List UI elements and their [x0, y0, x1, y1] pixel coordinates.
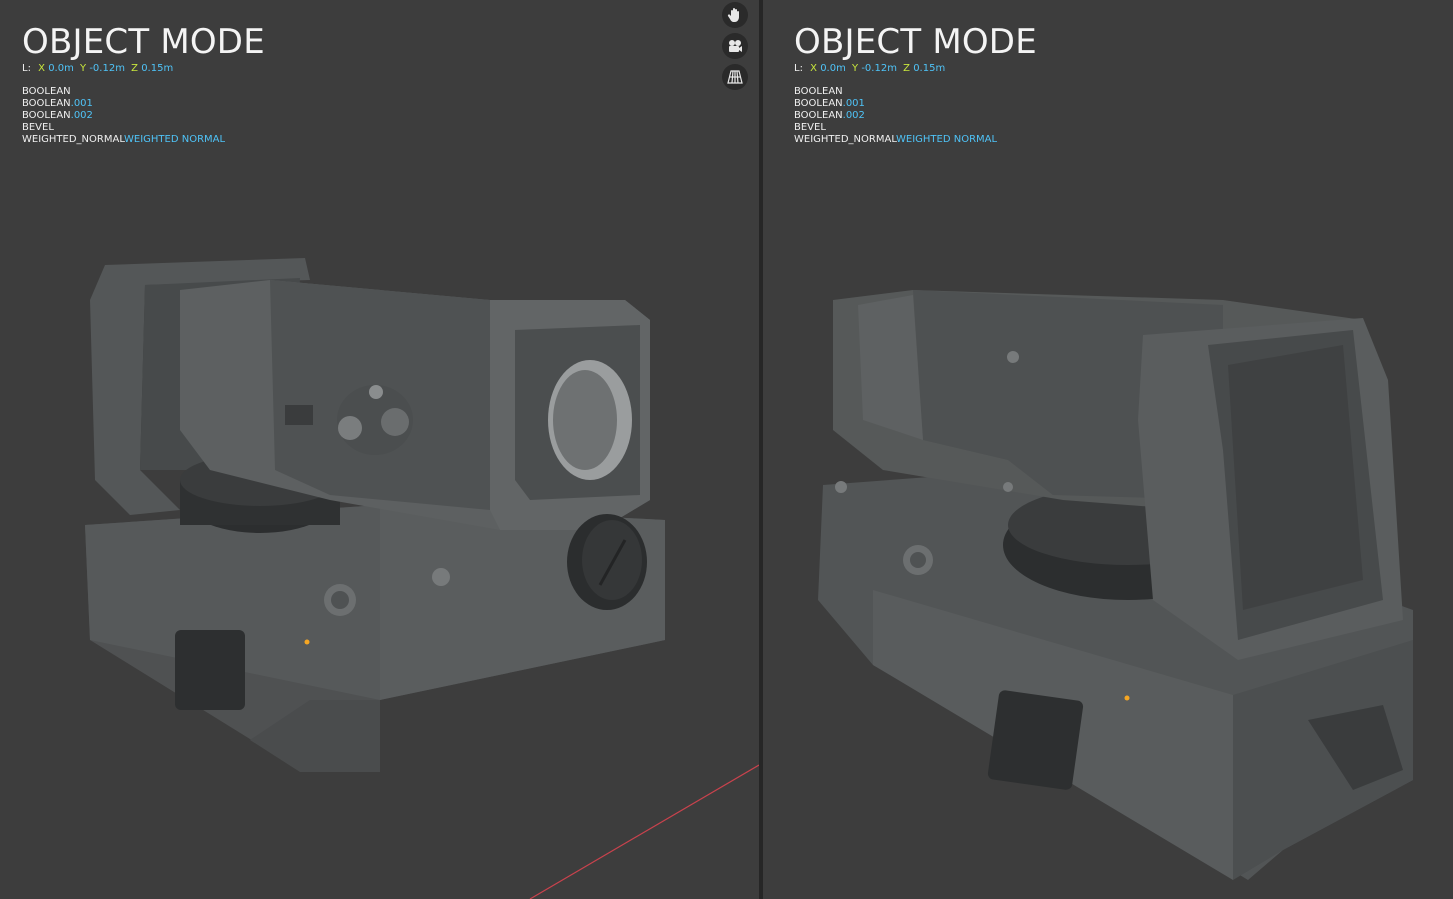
- mode-title: OBJECT MODE: [22, 22, 265, 62]
- z-axis-label: Z: [903, 63, 910, 74]
- model-side-pad: [987, 690, 1084, 790]
- modifier-name: WEIGHTED_NORMAL: [794, 134, 896, 145]
- modifier-name: BOOLEAN: [22, 98, 71, 109]
- modifier-item: BOOLEAN.001: [22, 98, 265, 110]
- modifier-suffix: .002: [70, 110, 93, 121]
- viewport-right[interactable]: OBJECT MODE L: X 0.0m Y -0.12m Z 0.15m B…: [763, 0, 1453, 899]
- modifier-name: BOOLEAN: [794, 98, 843, 109]
- modifier-suffix: .002: [842, 110, 865, 121]
- x-value: 0.0m: [820, 63, 846, 74]
- modifier-suffix: .001: [842, 98, 865, 109]
- y-value: -0.12m: [89, 63, 125, 74]
- modifier-name: BEVEL: [794, 122, 826, 133]
- modifier-name: BOOLEAN: [22, 86, 71, 97]
- modifier-item: BEVEL: [794, 122, 1037, 134]
- y-axis-label: Y: [852, 63, 859, 74]
- location-readout: L: X 0.0m Y -0.12m Z 0.15m: [794, 62, 1037, 76]
- modifier-item: BOOLEAN.002: [794, 110, 1037, 122]
- modifier-name: BOOLEAN: [794, 110, 843, 121]
- viewport-left[interactable]: OBJECT MODE L: X 0.0m Y -0.12m Z 0.15m B…: [0, 0, 759, 899]
- location-label: L:: [22, 63, 31, 74]
- modifier-suffix: WEIGHTED NORMAL: [895, 134, 998, 145]
- x-axis-label: X: [38, 63, 45, 74]
- modifier-item: WEIGHTED_NORMALWEIGHTED NORMAL: [794, 134, 1037, 146]
- z-axis-label: Z: [131, 63, 138, 74]
- y-value: -0.12m: [861, 63, 897, 74]
- x-axis-label: X: [810, 63, 817, 74]
- modifier-list: BOOLEAN BOOLEAN.001 BOOLEAN.002 BEVEL WE…: [794, 86, 1037, 146]
- x-value: 0.0m: [48, 63, 74, 74]
- modifier-name: WEIGHTED_NORMAL: [22, 134, 124, 145]
- location-readout: L: X 0.0m Y -0.12m Z 0.15m: [22, 62, 265, 76]
- modifier-item: BOOLEAN.001: [794, 98, 1037, 110]
- origin-dot: [304, 639, 310, 645]
- z-value: 0.15m: [913, 63, 946, 74]
- modifier-item: WEIGHTED_NORMALWEIGHTED NORMAL: [22, 134, 265, 146]
- modifier-name: BEVEL: [22, 122, 54, 133]
- x-axis-line: [529, 764, 759, 899]
- modifier-item: BOOLEAN.002: [22, 110, 265, 122]
- modifier-item: BOOLEAN: [22, 86, 265, 98]
- modifier-name: BOOLEAN: [794, 86, 843, 97]
- origin-dot: [1124, 695, 1130, 701]
- model-side-pad: [175, 630, 245, 710]
- viewport-info-overlay: OBJECT MODE L: X 0.0m Y -0.12m Z 0.15m B…: [22, 22, 265, 146]
- modifier-suffix: WEIGHTED NORMAL: [123, 134, 226, 145]
- viewport-info-overlay: OBJECT MODE L: X 0.0m Y -0.12m Z 0.15m B…: [794, 22, 1037, 146]
- modifier-item: BOOLEAN: [794, 86, 1037, 98]
- mode-title: OBJECT MODE: [794, 22, 1037, 62]
- perspective-grid-icon[interactable]: [722, 64, 748, 90]
- camera-icon[interactable]: [722, 33, 748, 59]
- location-label: L:: [794, 63, 803, 74]
- modifier-item: BEVEL: [22, 122, 265, 134]
- modifier-list: BOOLEAN BOOLEAN.001 BOOLEAN.002 BEVEL WE…: [22, 86, 265, 146]
- hand-pan-icon[interactable]: [722, 2, 748, 28]
- y-axis-label: Y: [80, 63, 87, 74]
- modifier-suffix: .001: [70, 98, 93, 109]
- modifier-name: BOOLEAN: [22, 110, 71, 121]
- z-value: 0.15m: [141, 63, 174, 74]
